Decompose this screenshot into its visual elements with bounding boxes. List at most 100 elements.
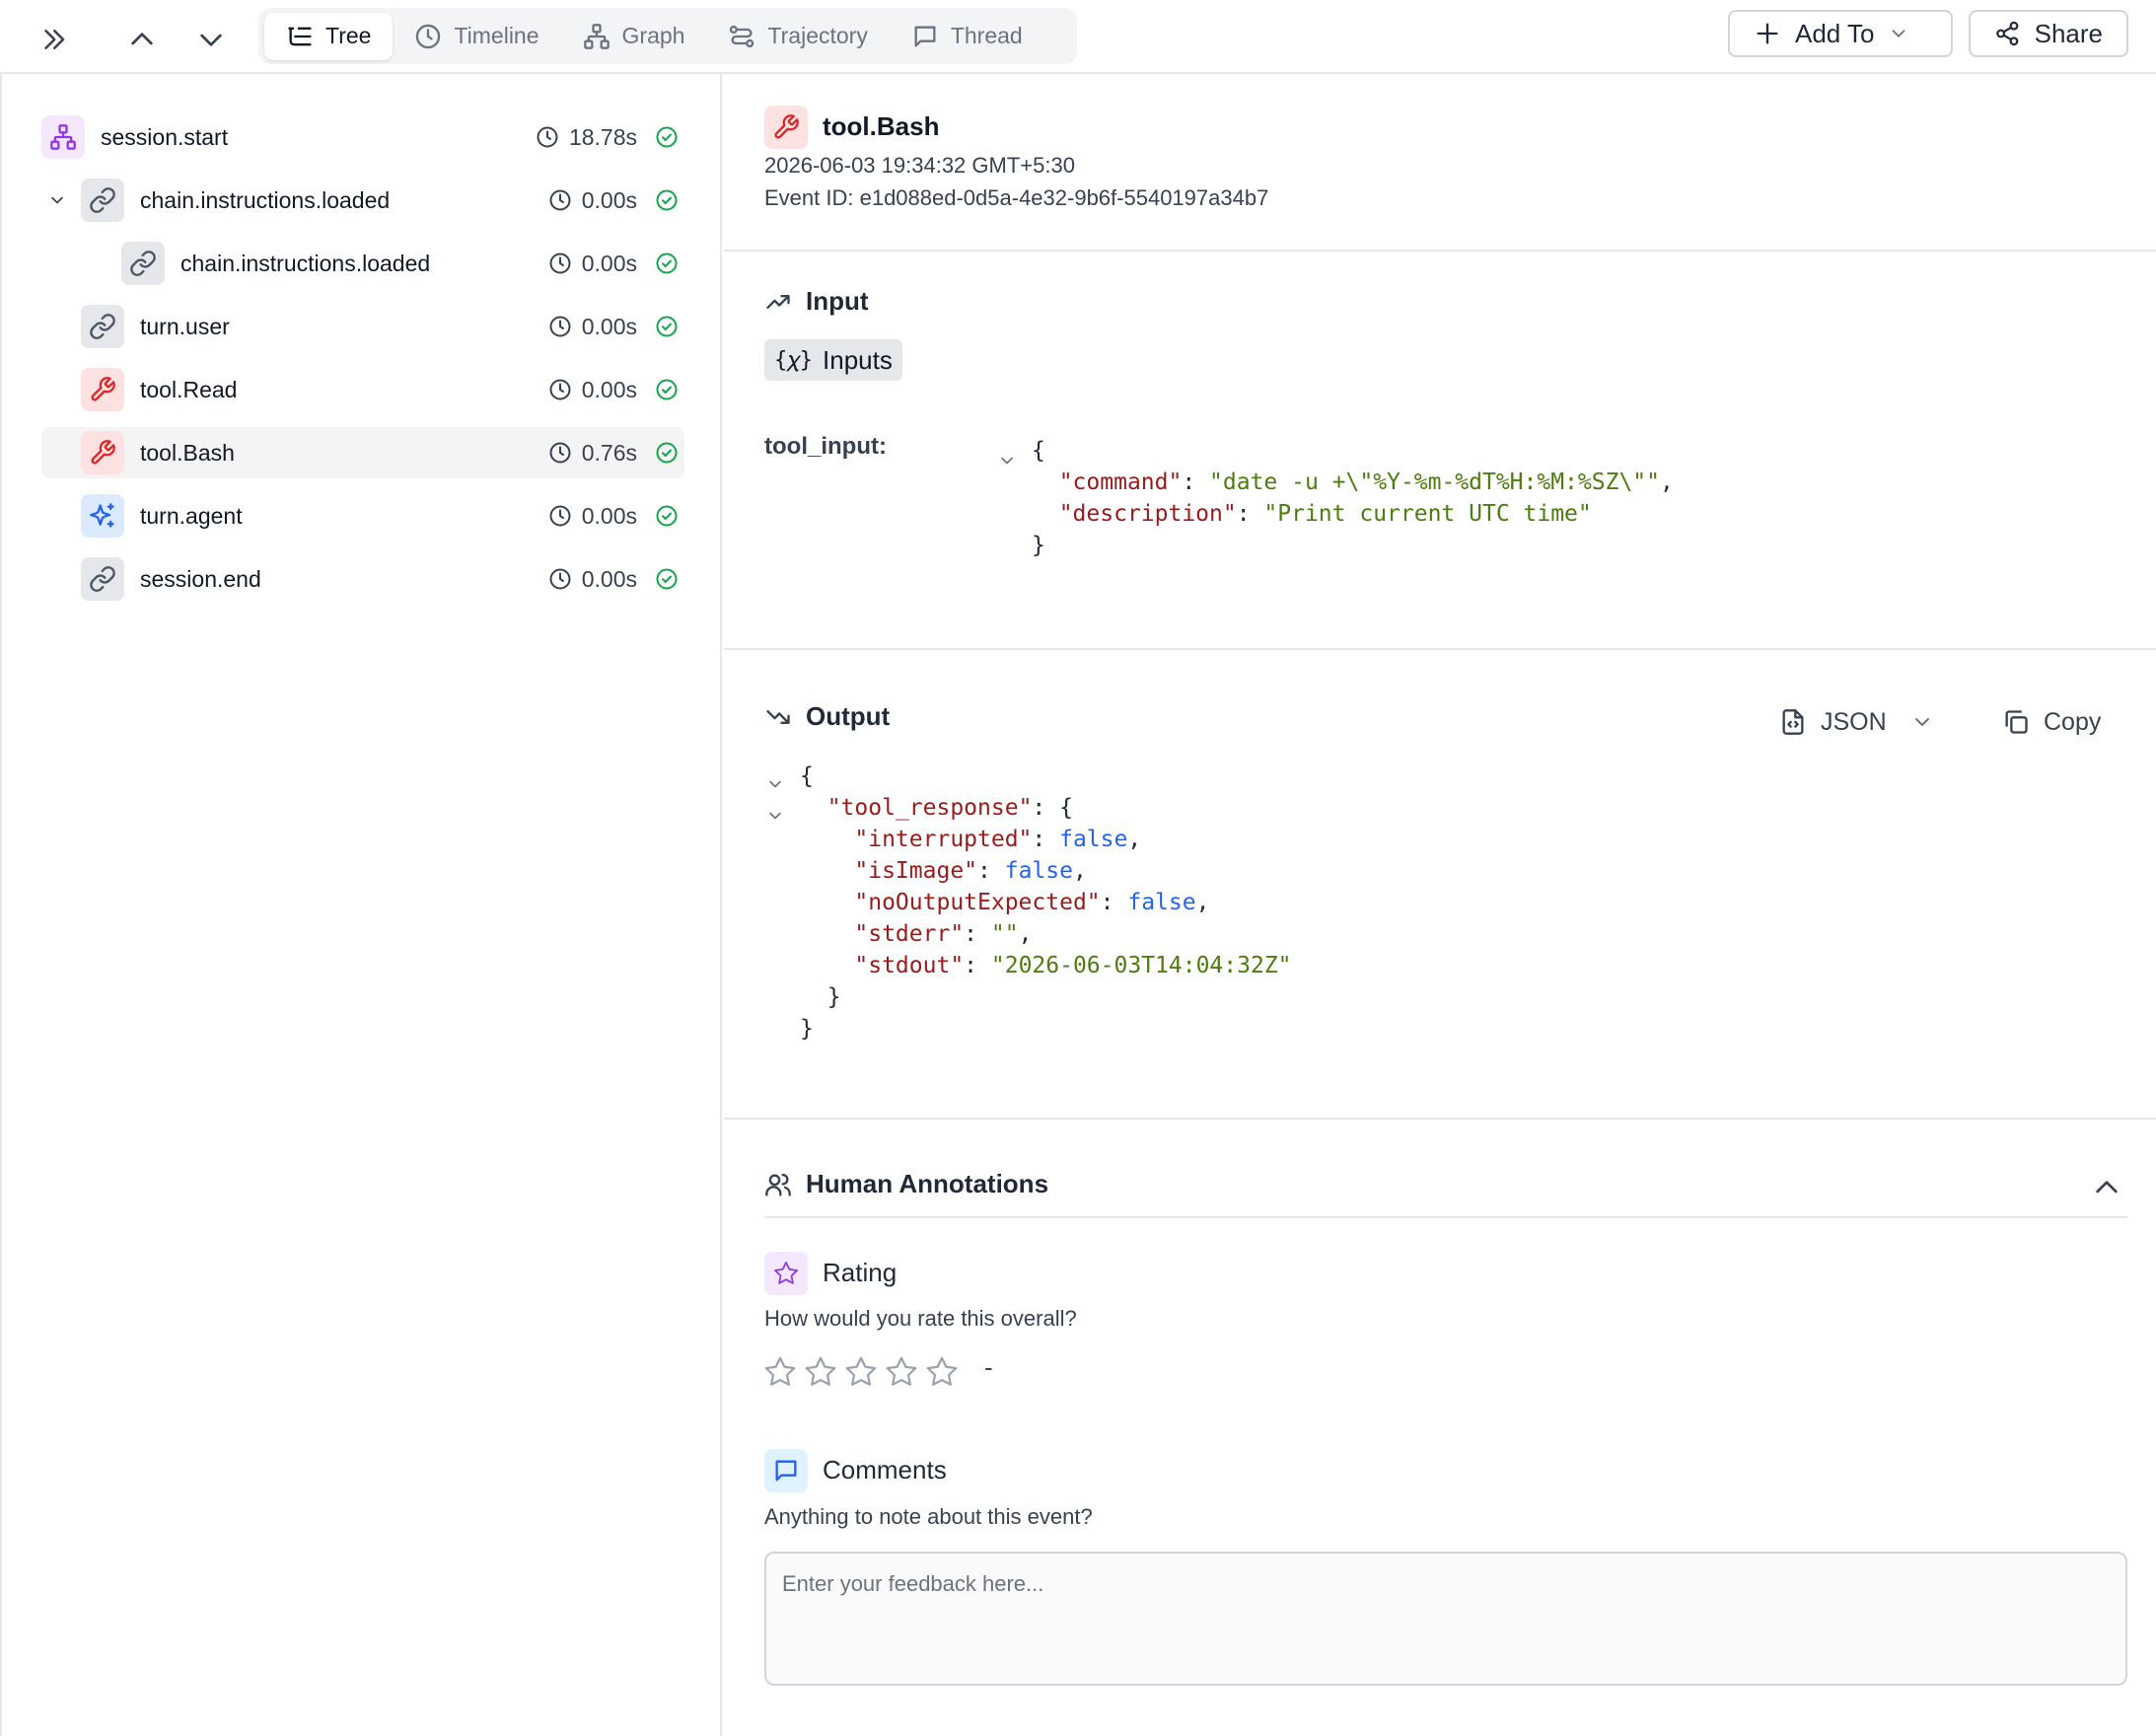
star-icon: [764, 1252, 808, 1295]
tree-item-label: session.end: [140, 566, 261, 592]
clock-icon: [548, 315, 572, 338]
chevron-down-icon: [47, 190, 67, 210]
json-key: "description": [1058, 501, 1237, 527]
chevron-down-icon: [200, 34, 222, 46]
json-key: "tool_response": [826, 795, 1033, 821]
duration-value: 18.78s: [568, 123, 637, 150]
copy-button[interactable]: Copy: [2002, 700, 2101, 744]
tree-item-duration: 0.00s: [548, 238, 637, 289]
json-string: "2026-06-03T14:04:32Z": [990, 953, 1292, 978]
json-key: "noOutputExpected": [854, 890, 1101, 915]
share-button[interactable]: Share: [1969, 10, 2128, 57]
tool-input-json: { "command": "date -u +\"%Y-%m-%dT%H:%M:…: [1032, 438, 1674, 558]
star-5-icon[interactable]: [924, 1354, 960, 1390]
event-id: Event ID: e1d088ed-0d5a-4e32-9b6f-554019…: [764, 185, 1269, 210]
tree-item-chain-instructions-loaded-child[interactable]: chain.instructions.loaded 0.00s: [41, 238, 684, 289]
chevron-down-icon: [1910, 710, 1934, 734]
chevron-up-icon[interactable]: [2091, 1172, 2122, 1203]
annotations-title: Human Annotations: [806, 1169, 1049, 1198]
tree-item-label: turn.user: [140, 314, 230, 339]
tab-timeline[interactable]: Timeline: [393, 13, 560, 60]
tab-trajectory[interactable]: Trajectory: [706, 13, 889, 60]
clock-icon: [548, 567, 572, 591]
share-icon: [1996, 21, 2019, 46]
clock-icon: [414, 23, 442, 50]
collapse-toggle[interactable]: [41, 184, 73, 216]
link-icon: [121, 242, 165, 285]
message-square-icon: [764, 1449, 808, 1492]
sitemap-icon: [41, 115, 85, 159]
tree-item-tool-read[interactable]: tool.Read 0.00s: [41, 364, 684, 415]
inputs-tab[interactable]: {𝜒} Inputs: [764, 339, 902, 381]
tool-input-label: tool_input:: [764, 433, 887, 460]
link-icon: [81, 305, 124, 348]
copy-label: Copy: [2044, 707, 2102, 736]
star-4-icon[interactable]: [884, 1354, 919, 1390]
fold-chevron-icon[interactable]: [765, 774, 785, 794]
tree-item-turn-user[interactable]: turn.user 0.00s: [41, 301, 684, 352]
tree-item-turn-agent[interactable]: turn.agent 0.00s: [41, 490, 684, 542]
add-to-button[interactable]: Add To: [1728, 10, 1953, 57]
star-3-icon[interactable]: [843, 1354, 879, 1390]
comments-question: Anything to note about this event?: [764, 1504, 1093, 1529]
json-key: "stdout": [854, 953, 965, 978]
tab-timeline-label: Timeline: [454, 23, 539, 48]
tree-item-session-start[interactable]: session.start 18.78s: [41, 111, 684, 163]
tree-item-duration: 0.00s: [548, 364, 637, 415]
event-detail-panel: tool.Bash 2026-06-03 19:34:32 GMT+5:30 E…: [724, 74, 2156, 1736]
tree-item-tool-bash[interactable]: tool.Bash 0.76s: [41, 427, 684, 478]
share-label: Share: [2034, 18, 2103, 48]
clock-icon: [548, 441, 572, 465]
json-key: "command": [1058, 470, 1183, 495]
input-divider: [724, 648, 2156, 650]
duration-value: 0.00s: [581, 502, 637, 529]
check-circle-icon: [655, 315, 679, 338]
star-1-icon[interactable]: [762, 1354, 798, 1390]
tree-item-label: chain.instructions.loaded: [140, 187, 391, 213]
tree-item-duration: 0.00s: [548, 490, 637, 542]
tab-tree[interactable]: Tree: [264, 12, 394, 60]
tab-graph[interactable]: Graph: [561, 13, 707, 60]
json-key: "interrupted": [854, 827, 1033, 852]
check-circle-icon: [655, 441, 679, 465]
next-event-button[interactable]: [187, 16, 235, 63]
tree-item-session-end[interactable]: session.end 0.00s: [41, 553, 684, 605]
duration-value: 0.00s: [581, 186, 637, 213]
tab-thread[interactable]: Thread: [890, 13, 1044, 60]
json-bool: false: [1127, 890, 1196, 915]
previous-event-button[interactable]: [118, 16, 166, 63]
feedback-input[interactable]: [764, 1552, 2127, 1686]
tree-item-label: tool.Read: [140, 377, 238, 402]
format-select[interactable]: JSON: [1779, 700, 1934, 744]
star-2-icon[interactable]: [803, 1354, 838, 1390]
tree-item-duration: 0.00s: [548, 301, 637, 352]
expand-panel-button[interactable]: [30, 16, 77, 63]
tree-item-label: turn.agent: [140, 503, 243, 529]
message-square-icon: [914, 26, 936, 46]
duration-value: 0.00s: [581, 565, 637, 592]
clock-icon: [548, 378, 572, 401]
add-to-label: Add To: [1795, 18, 1875, 48]
check-circle-icon: [655, 567, 679, 591]
route-icon: [730, 25, 755, 47]
header-divider: [724, 250, 2156, 252]
sparkles-icon: [81, 494, 124, 538]
top-toolbar: Tree Timeline Graph Trajectory Thread Ad…: [0, 0, 2156, 74]
rating-question: How would you rate this overall?: [764, 1306, 1077, 1331]
tool-output-json: { "tool_response": { "interrupted": fals…: [800, 763, 1292, 1042]
tab-trajectory-label: Trajectory: [767, 23, 868, 48]
json-bool: false: [1004, 858, 1073, 884]
star-rating: [762, 1354, 960, 1390]
fold-chevron-icon[interactable]: [997, 451, 1017, 470]
fold-chevron-icon[interactable]: [765, 806, 785, 826]
inputs-label: Inputs: [823, 344, 893, 375]
check-circle-icon: [655, 252, 679, 275]
annotations-divider: [764, 1216, 2127, 1218]
tab-graph-label: Graph: [621, 23, 685, 48]
tree-item-chain-instructions-loaded[interactable]: chain.instructions.loaded 0.00s: [41, 175, 684, 226]
json-string: "Print current UTC time": [1263, 501, 1592, 527]
check-circle-icon: [655, 188, 679, 212]
rating-value: -: [984, 1352, 993, 1382]
clock-icon: [548, 188, 572, 212]
output-title: Output: [806, 701, 891, 731]
